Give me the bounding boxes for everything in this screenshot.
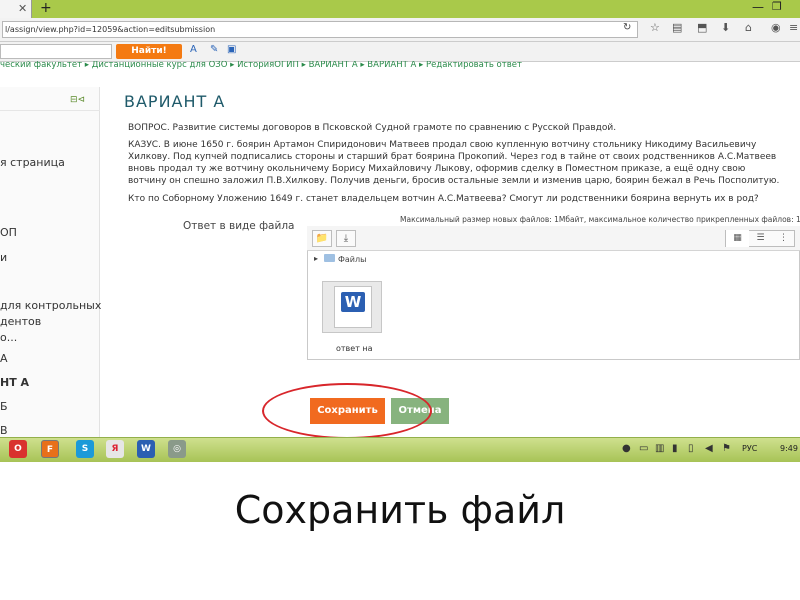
display-icon[interactable]: ▭ [639, 443, 648, 454]
final-question: Кто по Соборному Уложению 1649 г. станет… [128, 194, 759, 204]
max-size-note: Максимальный размер новых файлов: 1Мбайт… [400, 215, 800, 224]
star-icon[interactable]: ☆ [650, 21, 660, 34]
tab-bar [0, 0, 800, 18]
folder-label[interactable]: Файлы [338, 255, 366, 264]
battery-icon[interactable]: ▯ [688, 443, 694, 454]
sidebar-item[interactable]: и [0, 251, 7, 264]
toolbar-search-input[interactable] [0, 44, 112, 59]
minimize-window-button[interactable]: — [752, 0, 764, 14]
reading-list-icon[interactable]: ▤ [672, 21, 682, 34]
volume-icon[interactable]: ◀ [705, 443, 713, 454]
block-controls-icon[interactable]: ⊟⊲ [70, 95, 85, 105]
breadcrumb[interactable]: ческий факультет ▸ Дистанционные курс дл… [0, 61, 800, 73]
sidebar-item[interactable]: В [0, 424, 8, 437]
sidebar-item[interactable]: я страница [0, 156, 65, 169]
close-tab-icon[interactable]: ✕ [18, 2, 27, 15]
find-button[interactable]: Найти! [116, 44, 182, 59]
add-file-button[interactable]: 📁 [312, 230, 332, 247]
download-all-button[interactable]: ⤓ [336, 230, 356, 247]
download-icon[interactable]: ⬇ [721, 21, 730, 34]
slide-caption: Сохранить файл [234, 488, 566, 532]
highlight-icon[interactable]: ✎ [210, 44, 218, 55]
menu-icon[interactable]: ≡ [789, 21, 798, 34]
pocket-icon[interactable]: ⬒ [697, 21, 707, 34]
reload-icon[interactable]: ↻ [623, 22, 631, 33]
signal-icon[interactable]: ▮ [672, 443, 678, 454]
sidebar-divider [0, 110, 100, 111]
language-indicator[interactable]: РУС [742, 444, 757, 453]
sidebar-item[interactable]: о... [0, 331, 17, 344]
assignment-question: ВОПРОС. Развитие системы договоров в Пск… [128, 123, 617, 133]
home-icon[interactable]: ⌂ [745, 21, 752, 34]
answer-file-label: Ответ в виде файла [183, 220, 295, 232]
flag-icon[interactable]: ⚑ [722, 443, 731, 454]
highlight-ellipse [262, 383, 432, 439]
screenshot-area: ✕ + — ❐ l/assign/view.php?id=12059&actio… [0, 0, 800, 462]
sidebar-item[interactable]: А [0, 352, 8, 365]
sidebar-navigation [0, 87, 100, 462]
expand-arrow-icon[interactable]: ▸ [314, 254, 318, 263]
network-icon[interactable]: ▥ [655, 443, 664, 454]
sidebar-item-active[interactable]: НТ А [0, 376, 29, 389]
app-taskbar-icon[interactable]: ◎ [168, 440, 186, 458]
addon-icon[interactable]: ◉ [771, 21, 781, 34]
grid-view-icon[interactable]: ▦ [726, 230, 749, 247]
yandex-icon[interactable]: Я [106, 440, 124, 458]
word-logo-icon: W [341, 292, 365, 312]
tray-app-icon[interactable]: ● [622, 443, 631, 454]
skype-icon[interactable]: S [76, 440, 94, 458]
list-view-icon[interactable]: ☰ [749, 230, 772, 247]
new-tab-button[interactable]: + [40, 0, 52, 16]
file-name[interactable]: ответ на [336, 344, 373, 353]
case-line: вотчину он спешно заложил П.В.Хилкову. П… [128, 176, 780, 186]
page-title: ВАРИАНТ А [124, 92, 226, 111]
sidebar-item[interactable]: для контрольных [0, 299, 101, 312]
translate-icon[interactable]: A [190, 44, 197, 55]
sidebar-item[interactable]: дентов [0, 315, 41, 328]
clock[interactable]: 9:49 [780, 444, 798, 453]
sidebar-item[interactable]: ОП [0, 226, 17, 239]
maximize-window-button[interactable]: ❐ [772, 0, 782, 13]
folder-icon [324, 254, 335, 262]
sidebar-item[interactable]: Б [0, 400, 8, 413]
screenshot-icon[interactable]: ▣ [227, 44, 236, 55]
word-taskbar-icon[interactable]: W [137, 440, 155, 458]
opera-icon[interactable]: O [9, 440, 27, 458]
firefox-icon[interactable]: F [41, 440, 59, 458]
tree-view-icon[interactable]: ⋮ [772, 230, 795, 247]
url-field[interactable]: l/assign/view.php?id=12059&action=editsu… [2, 21, 638, 38]
